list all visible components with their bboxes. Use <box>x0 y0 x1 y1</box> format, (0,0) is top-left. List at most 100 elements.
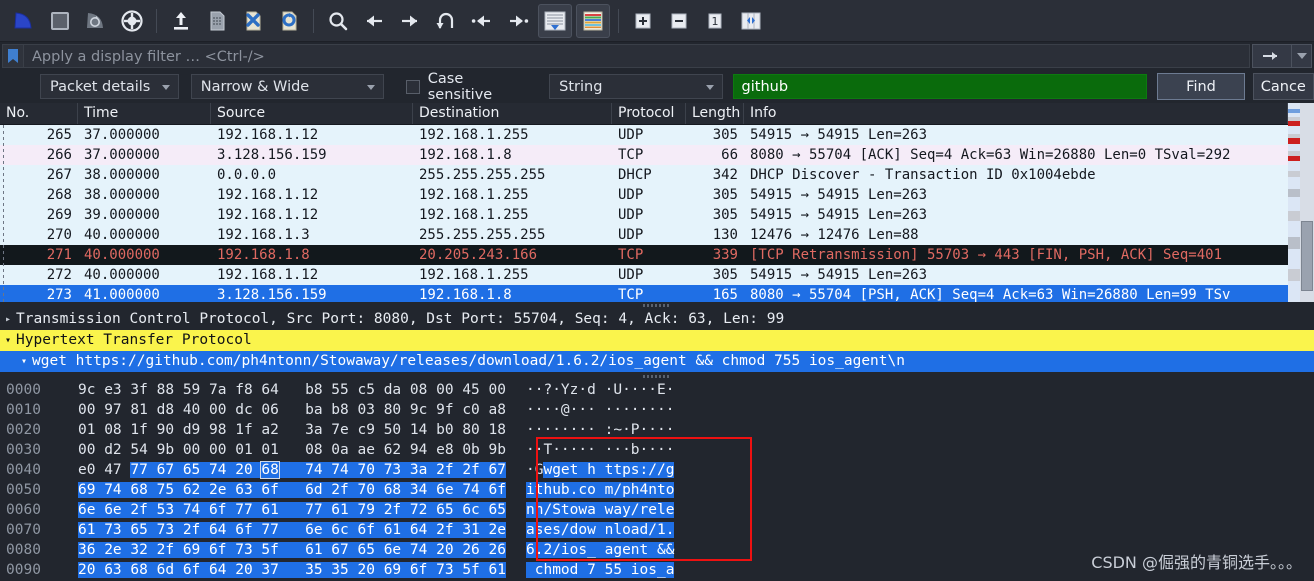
hex-byte[interactable]: 88 <box>157 382 174 398</box>
find-packet-icon[interactable] <box>322 5 354 37</box>
hex-byte[interactable]: 55 <box>331 382 348 398</box>
start-capture-icon[interactable] <box>8 5 40 37</box>
char-width-dropdown[interactable]: Narrow & Wide <box>190 74 384 99</box>
hex-byte[interactable]: 08 <box>410 382 427 398</box>
hex-byte[interactable]: 73 <box>436 562 454 578</box>
table-row[interactable]: 272 40.000000 192.168.1.12 192.168.1.255 UDP… <box>0 265 1314 285</box>
hex-byte[interactable]: e3 <box>104 382 121 398</box>
open-file-icon[interactable] <box>165 5 197 37</box>
hex-row[interactable]: 0030 00 d2 54 9b 00 00 01 01 08 0a ae 62 … <box>0 440 1314 460</box>
detail-row[interactable]: ▾ Hypertext Transfer Protocol <box>0 330 1314 351</box>
hex-byte[interactable]: 68 <box>383 482 402 498</box>
restart-capture-icon[interactable] <box>80 5 112 37</box>
hex-byte[interactable]: 2f <box>436 522 454 538</box>
stop-capture-icon[interactable] <box>44 5 76 37</box>
hex-byte[interactable]: 6f <box>235 522 253 538</box>
hex-ascii[interactable]: 6.2/ios_ agent && <box>506 540 675 560</box>
hex-bytes[interactable]: 00 97 81 d8 40 00 dc 06 ba b8 03 80 9c 9… <box>62 400 506 420</box>
hex-byte[interactable]: 65 <box>357 542 375 558</box>
hex-byte[interactable]: 2f <box>182 522 201 538</box>
hex-byte[interactable]: 68 <box>260 461 280 479</box>
hex-byte[interactable]: 08 <box>104 422 121 438</box>
hex-ascii[interactable]: ········ :~·P···· <box>506 420 674 440</box>
chevron-down-icon[interactable]: ▾ <box>16 351 32 372</box>
hex-byte[interactable]: 01 <box>261 442 278 458</box>
hex-byte[interactable]: 0a <box>331 442 348 458</box>
chevron-down-icon[interactable]: ▾ <box>0 330 16 351</box>
hex-byte[interactable]: dc <box>235 402 252 418</box>
column-header-length[interactable]: Length <box>686 103 744 124</box>
hex-byte[interactable]: 35 <box>331 562 349 578</box>
hex-byte[interactable]: 00 <box>209 442 226 458</box>
hex-byte[interactable]: 61 <box>488 562 506 578</box>
hex-byte[interactable]: 63 <box>235 482 253 498</box>
hex-byte[interactable]: 00 <box>436 382 453 398</box>
hex-byte[interactable]: 77 <box>261 522 279 538</box>
hex-byte[interactable]: 6f <box>409 562 428 578</box>
packet-list-rows[interactable]: 265 37.000000 192.168.1.12 192.168.1.255 UDP… <box>0 125 1314 302</box>
hex-byte[interactable]: 64 <box>261 382 278 398</box>
hex-byte[interactable]: 61 <box>78 522 96 538</box>
hex-byte[interactable]: 45 <box>462 382 479 398</box>
cancel-button[interactable]: Cance <box>1252 73 1314 100</box>
hex-byte[interactable]: 7a <box>209 382 226 398</box>
hex-byte[interactable]: 97 <box>104 402 121 418</box>
hex-byte[interactable]: 80 <box>462 422 479 438</box>
hex-byte[interactable]: 2e <box>488 522 506 538</box>
hex-ascii[interactable]: ····@··· ········ <box>506 400 674 420</box>
hex-row[interactable]: 0050 69 74 68 75 62 2e 63 6f 6d 2f 70 68 … <box>0 480 1314 500</box>
hex-ascii[interactable]: ··T····· ···b···· <box>506 440 674 460</box>
hex-byte[interactable]: 6d <box>305 482 323 498</box>
hex-byte[interactable]: 64 <box>409 522 428 538</box>
hex-byte[interactable]: 26 <box>462 542 480 558</box>
hex-bytes[interactable]: 20 63 68 6d 6f 64 20 37 35 35 20 69 6f 7… <box>62 560 506 580</box>
hex-ascii[interactable]: chmod 7 55 ios_a <box>506 560 675 580</box>
hex-byte[interactable]: c0 <box>462 402 479 418</box>
hex-byte[interactable]: 6e <box>305 522 323 538</box>
hex-byte[interactable]: 01 <box>235 442 252 458</box>
hex-byte[interactable]: 2f <box>331 482 349 498</box>
hex-byte[interactable]: c9 <box>358 422 375 438</box>
hex-byte[interactable]: 00 <box>183 442 200 458</box>
hex-byte[interactable]: b0 <box>436 422 453 438</box>
packet-bytes-pane[interactable]: 0000 9c e3 3f 88 59 7a f8 64 b8 55 c5 da … <box>0 380 1314 581</box>
hex-byte[interactable]: 54 <box>130 442 147 458</box>
hex-byte[interactable]: 6c <box>462 502 480 518</box>
hex-byte[interactable]: 77 <box>235 502 253 518</box>
hex-byte[interactable]: 3a <box>409 462 428 478</box>
hex-byte[interactable]: 61 <box>331 502 349 518</box>
hex-byte[interactable]: 9c <box>410 402 427 418</box>
hex-byte[interactable]: 5f <box>462 562 480 578</box>
hex-byte[interactable]: 9b <box>489 442 506 458</box>
hex-byte[interactable]: 40 <box>183 402 200 418</box>
hex-byte[interactable]: a2 <box>261 422 278 438</box>
hex-byte[interactable]: 74 <box>209 462 227 478</box>
search-input[interactable]: github <box>732 74 1148 99</box>
resize-columns-icon[interactable] <box>735 5 767 37</box>
hex-byte[interactable]: 73 <box>156 522 175 538</box>
go-to-first-packet-icon[interactable] <box>466 5 498 37</box>
hex-byte[interactable]: 18 <box>489 422 506 438</box>
hex-byte[interactable]: 74 <box>409 542 428 558</box>
hex-bytes[interactable]: e0 47 77 67 65 74 20 68 74 74 70 73 3a 2… <box>62 460 506 480</box>
hex-byte[interactable]: 06 <box>261 402 278 418</box>
hex-byte[interactable]: 2f <box>436 462 454 478</box>
column-header-source[interactable]: Source <box>211 103 413 124</box>
search-type-dropdown[interactable]: String <box>549 74 723 99</box>
hex-byte[interactable]: 65 <box>130 522 148 538</box>
table-row[interactable]: 273 41.000000 3.128.156.159 192.168.1.8 TCP 1… <box>0 285 1314 302</box>
hex-byte[interactable]: 62 <box>182 482 201 498</box>
column-header-no[interactable]: No. <box>0 103 78 124</box>
table-row[interactable]: 267 38.000000 0.0.0.0 255.255.255.255 DHCP 34… <box>0 165 1314 185</box>
hex-byte[interactable]: 6d <box>156 562 175 578</box>
hex-byte[interactable]: 70 <box>357 482 375 498</box>
hex-row[interactable]: 0070 61 73 65 73 2f 64 6f 77 6e 6c 6f 61 … <box>0 520 1314 540</box>
hex-byte[interactable]: 2e <box>104 542 122 558</box>
hex-byte[interactable]: b8 <box>305 382 322 398</box>
go-back-icon[interactable] <box>358 5 390 37</box>
hex-byte[interactable]: 00 <box>78 402 95 418</box>
hex-ascii[interactable]: ··?·Yz·d ·U····E· <box>506 380 674 400</box>
hex-byte[interactable]: 65 <box>182 462 201 478</box>
hex-byte[interactable]: 90 <box>157 422 174 438</box>
apply-filter-button[interactable] <box>1252 44 1292 68</box>
